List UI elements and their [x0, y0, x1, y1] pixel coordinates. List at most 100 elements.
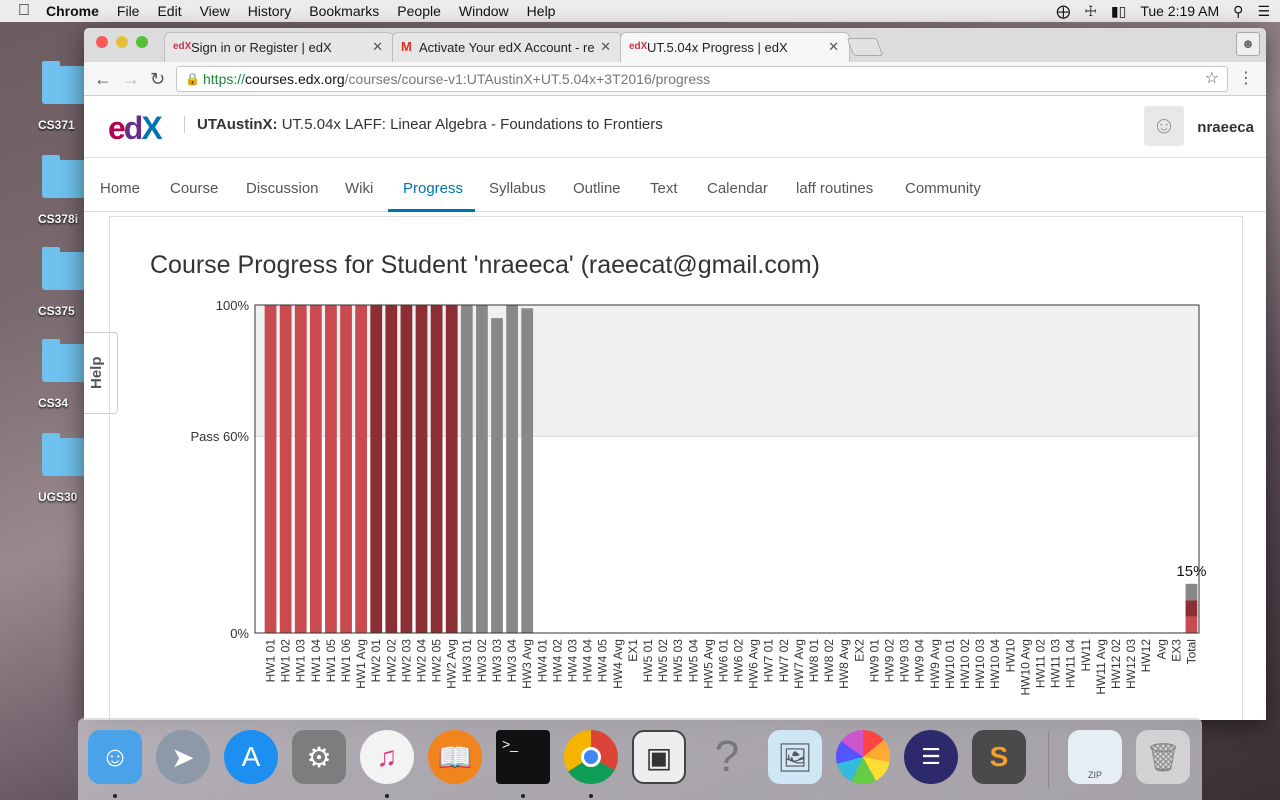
tab-calendar[interactable]: Calendar — [707, 180, 768, 197]
tab-outline[interactable]: Outline — [573, 180, 621, 197]
edx-favicon-icon: edX — [629, 41, 648, 52]
menu-clock[interactable]: Tue 2:19 AM — [1140, 3, 1219, 19]
edx-logo[interactable]: edX — [108, 110, 163, 147]
x-tick-label: HW9 Avg — [928, 639, 942, 689]
preview-icon[interactable]: 🖼 — [768, 730, 822, 784]
tab-discussion[interactable]: Discussion — [246, 180, 319, 197]
disk-utility-icon[interactable]: ▣ — [632, 730, 686, 784]
username-link[interactable]: nraeeca — [1197, 119, 1254, 136]
tab-syllabus[interactable]: Syllabus — [489, 180, 546, 197]
x-tick-label: HW2 01 — [369, 639, 383, 683]
bar — [506, 305, 518, 633]
menu-people[interactable]: People — [397, 3, 441, 19]
x-tick-label: HW10 Avg — [1018, 639, 1032, 695]
x-tick-label: HW5 02 — [656, 639, 670, 683]
bar — [370, 305, 383, 633]
photos-icon[interactable] — [836, 730, 890, 784]
tab-title: Activate Your edX Account - re — [419, 40, 595, 55]
tab-course[interactable]: Course — [170, 180, 218, 197]
x-tick-label: HW6 Avg — [747, 639, 761, 689]
browser-tab-active[interactable]: edX UT.5.04x Progress | edX ✕ — [620, 32, 850, 62]
menu-app-name[interactable]: Chrome — [46, 3, 99, 19]
help-viewer-icon[interactable]: ? — [700, 730, 754, 784]
x-tick-label: EX3 — [1169, 639, 1183, 662]
course-nav: Home Course Discussion Wiki Progress Syl… — [84, 158, 1266, 212]
menu-help[interactable]: Help — [527, 3, 556, 19]
tab-community[interactable]: Community — [905, 180, 981, 197]
browser-tab[interactable]: edX Sign in or Register | edX ✕ — [164, 32, 394, 62]
zip-archive-icon[interactable]: ZIP — [1068, 730, 1122, 784]
menu-history[interactable]: History — [248, 3, 292, 19]
menu-edit[interactable]: Edit — [157, 3, 181, 19]
close-window-button[interactable] — [96, 36, 108, 48]
bar — [521, 308, 534, 633]
dock: ☺ ➤ A ⚙ ♫ 📖 >_ ▣ ? 🖼 ☰ S ZIP 🗑 — [78, 718, 1202, 800]
x-tick-label: HW1 02 — [279, 639, 293, 683]
minimize-window-button[interactable] — [116, 36, 128, 48]
battery-icon[interactable]: ▮▯ — [1111, 3, 1126, 20]
vpn-icon[interactable]: ⨁ — [1056, 3, 1070, 20]
tab-progress[interactable]: Progress — [403, 180, 463, 197]
bar — [476, 305, 488, 633]
close-tab-icon[interactable]: ✕ — [372, 39, 383, 55]
folder-label: CS371 — [38, 118, 75, 132]
reload-icon[interactable]: ↻ — [150, 69, 165, 90]
chrome-menu-icon[interactable]: ⋮ — [1238, 68, 1254, 88]
eclipse-icon[interactable]: ☰ — [904, 730, 958, 784]
menu-window[interactable]: Window — [459, 3, 509, 19]
x-tick-label: HW4 03 — [565, 639, 579, 683]
x-tick-label: HW7 Avg — [792, 639, 806, 689]
x-tick-label: HW11 02 — [1033, 639, 1047, 688]
tab-home[interactable]: Home — [100, 180, 140, 197]
avatar[interactable]: ☺ — [1144, 106, 1184, 146]
close-tab-icon[interactable]: ✕ — [828, 39, 839, 55]
bookmark-star-icon[interactable]: ☆ — [1205, 67, 1219, 91]
course-title: UTAustinX: UT.5.04x LAFF: Linear Algebra… — [184, 116, 663, 133]
menu-view[interactable]: View — [200, 3, 230, 19]
tab-laff-routines[interactable]: laff routines — [796, 180, 873, 197]
tab-wiki[interactable]: Wiki — [345, 180, 373, 197]
terminal-icon[interactable]: >_ — [496, 730, 550, 784]
menu-file[interactable]: File — [117, 3, 140, 19]
launchpad-icon[interactable]: ➤ — [156, 730, 210, 784]
browser-toolbar: ← → ↻ 🔒 https://courses.edx.org/courses/… — [84, 62, 1266, 96]
itunes-icon[interactable]: ♫ — [360, 730, 414, 784]
app-store-icon[interactable]: A — [224, 730, 278, 784]
x-tick-label: HW3 03 — [490, 639, 504, 683]
folder-label: UGS30 — [38, 490, 78, 504]
menu-bookmarks[interactable]: Bookmarks — [309, 3, 379, 19]
spotlight-search-icon[interactable]: ⚲ — [1233, 3, 1243, 20]
wifi-icon[interactable]: ☩ — [1084, 3, 1097, 20]
trash-icon[interactable]: 🗑 — [1136, 730, 1190, 784]
x-tick-label: HW1 Avg — [354, 639, 368, 689]
folder-icon — [42, 247, 88, 290]
forward-arrow-icon[interactable]: → — [122, 69, 140, 90]
gmail-favicon-icon: M — [401, 39, 412, 54]
sublime-text-icon[interactable]: S — [972, 730, 1026, 784]
x-tick-label: HW11 03 — [1049, 639, 1063, 688]
zip-label: ZIP — [1087, 770, 1102, 780]
profile-icon[interactable]: ☻ — [1236, 32, 1260, 56]
zoom-window-button[interactable] — [136, 36, 148, 48]
ibooks-icon[interactable]: 📖 — [428, 730, 482, 784]
notification-center-icon[interactable]: ☰ — [1257, 3, 1270, 20]
x-tick-label: HW5 03 — [671, 639, 685, 683]
running-indicator — [521, 794, 525, 798]
new-tab-button[interactable] — [846, 38, 884, 56]
bar — [264, 305, 277, 633]
back-arrow-icon[interactable]: ← — [94, 69, 112, 90]
chrome-icon[interactable] — [564, 730, 618, 784]
address-bar[interactable]: 🔒 https://courses.edx.org/courses/course… — [176, 66, 1228, 92]
system-preferences-icon[interactable]: ⚙ — [292, 730, 346, 784]
finder-icon[interactable]: ☺ — [88, 730, 142, 784]
menu-bar:  Chrome File Edit View History Bookmark… — [0, 0, 1280, 22]
bar — [415, 305, 428, 633]
tab-text[interactable]: Text — [650, 180, 678, 197]
x-tick-label: HW4 Avg — [611, 639, 625, 689]
total-bar-segment — [1185, 600, 1198, 617]
tab-title: Sign in or Register | edX — [191, 40, 332, 55]
bar — [309, 305, 322, 633]
browser-tab[interactable]: M Activate Your edX Account - re ✕ — [392, 32, 622, 62]
close-tab-icon[interactable]: ✕ — [600, 39, 611, 55]
apple-icon[interactable]:  — [18, 2, 30, 20]
